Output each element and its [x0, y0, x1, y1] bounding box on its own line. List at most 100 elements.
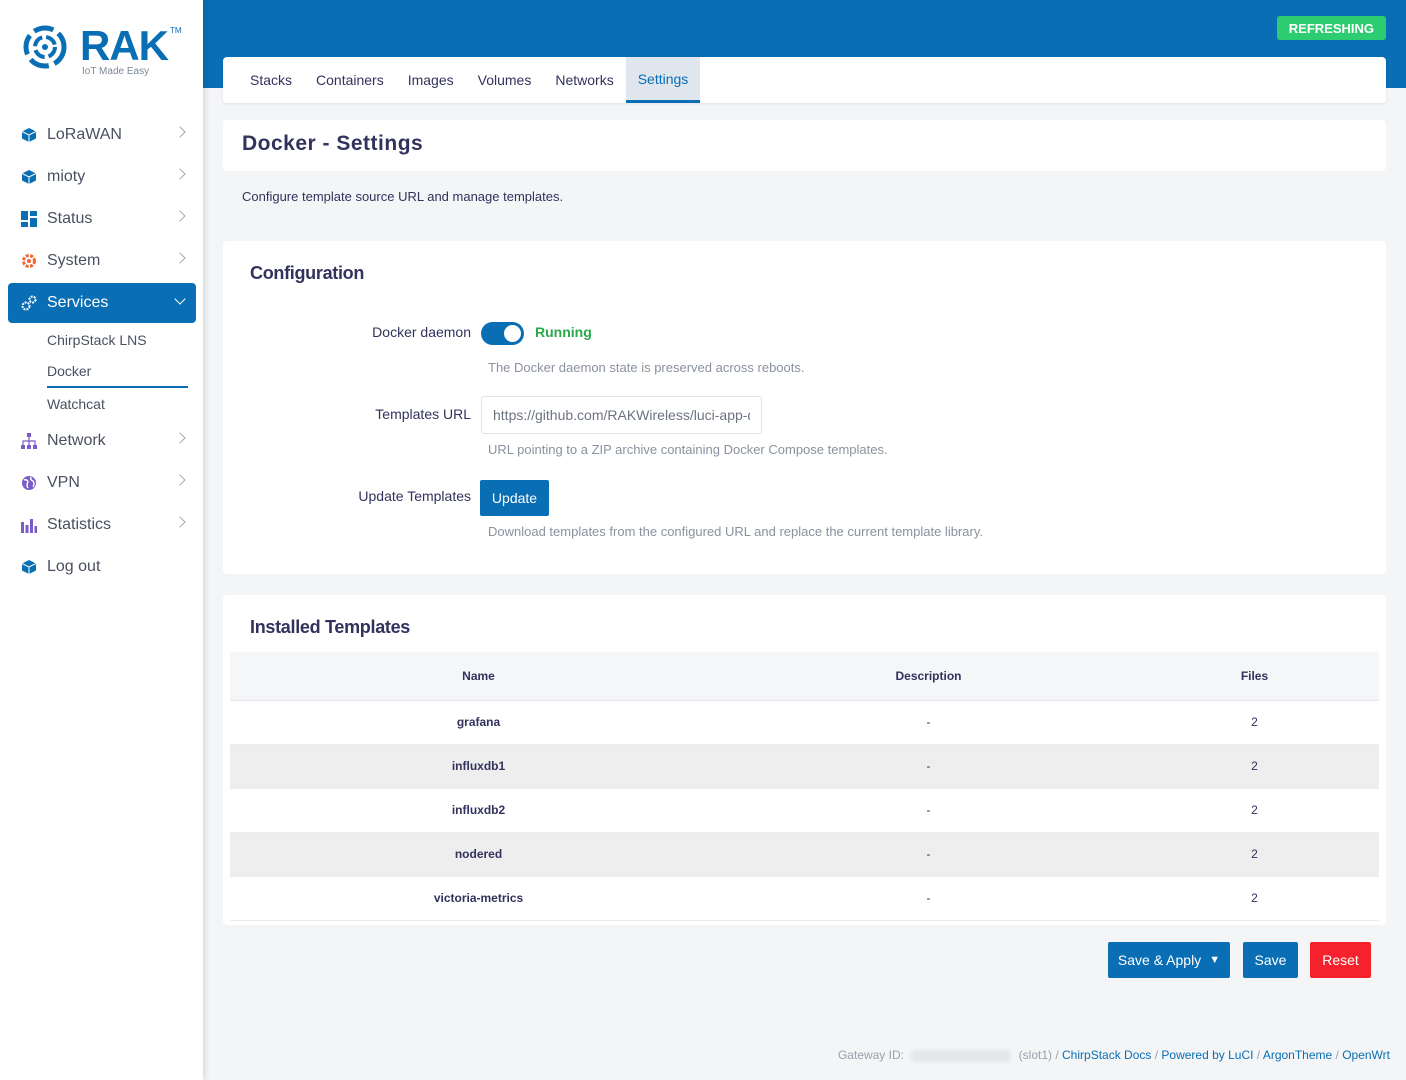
column-header-files: Files [1130, 652, 1379, 701]
brand-tagline: IoT Made Easy [82, 66, 150, 77]
luci-link[interactable]: Powered by LuCI [1161, 1048, 1253, 1062]
save-apply-label: Save & Apply [1117, 952, 1202, 968]
docker-daemon-toggle[interactable] [481, 322, 524, 345]
table-row: victoria-metrics - 2 [230, 876, 1379, 921]
subnav-item-docker[interactable]: Docker [47, 356, 188, 388]
sidebar-item-network[interactable]: Network [8, 420, 196, 462]
chirpstack-docs-link[interactable]: ChirpStack Docs [1062, 1048, 1151, 1062]
gear-icon [20, 253, 37, 270]
template-files: 2 [1130, 700, 1379, 745]
template-description: - [727, 876, 1130, 921]
refreshing-badge[interactable]: REFRESHING [1276, 16, 1386, 40]
cube-icon [20, 169, 37, 186]
sidebar-item-status[interactable]: Status [8, 198, 196, 240]
table-row: nodered - 2 [230, 832, 1379, 877]
daemon-status: Running [535, 324, 592, 340]
table-row: grafana - 2 [230, 700, 1379, 745]
daemon-hint: The Docker daemon state is preserved acr… [488, 360, 805, 375]
sidebar-item-label: Network [47, 432, 106, 449]
gateway-id-label: Gateway ID: [837, 1048, 904, 1062]
rak-logo-icon [23, 25, 67, 69]
page-title: Docker - Settings [242, 132, 424, 155]
sidebar-item-label: System [47, 252, 101, 269]
chevron-right-icon [174, 432, 186, 444]
bar-chart-icon [20, 517, 37, 534]
template-name: victoria-metrics [230, 876, 727, 921]
tab-images[interactable]: Images [396, 57, 466, 103]
tab-volumes[interactable]: Volumes [466, 57, 544, 103]
chevron-right-icon [174, 210, 186, 222]
gateway-id-redacted [911, 1049, 1012, 1062]
openwrt-link[interactable]: OpenWrt [1342, 1048, 1390, 1062]
template-description: - [727, 700, 1130, 745]
templates-url-input[interactable] [481, 396, 762, 434]
templates-table: Name Description Files grafana - 2 influ… [230, 652, 1379, 921]
chevron-right-icon [174, 252, 186, 264]
table-row: influxdb1 - 2 [230, 744, 1379, 789]
chevron-down-icon [174, 293, 186, 305]
sidebar: RAK TM IoT Made Easy LoRaWAN mioty Statu… [0, 0, 203, 1080]
network-icon [20, 433, 37, 450]
installed-templates-heading: Installed Templates [250, 617, 411, 637]
save-button[interactable]: Save [1243, 942, 1298, 978]
chevron-right-icon [174, 516, 186, 528]
template-description: - [727, 832, 1130, 877]
column-header-description: Description [727, 652, 1130, 701]
update-templates-label: Update Templates [358, 488, 471, 504]
sidebar-item-mioty[interactable]: mioty [8, 156, 196, 198]
chevron-right-icon [174, 126, 186, 138]
table-header-row: Name Description Files [230, 652, 1379, 701]
docker-daemon-label: Docker daemon [372, 324, 471, 340]
footer: Gateway ID: (slot1) / ChirpStack Docs / … [837, 1048, 1390, 1062]
gears-icon [20, 295, 37, 312]
cube-icon [20, 559, 37, 576]
sidebar-item-label: LoRaWAN [47, 126, 122, 143]
cube-icon [20, 127, 37, 144]
update-hint: Download templates from the configured U… [488, 524, 983, 539]
tab-stacks[interactable]: Stacks [238, 57, 304, 103]
dashboard-icon [20, 211, 37, 228]
template-files: 2 [1130, 876, 1379, 921]
table-row: influxdb2 - 2 [230, 788, 1379, 833]
sidebar-item-system[interactable]: System [8, 240, 196, 282]
template-name: influxdb2 [230, 788, 727, 833]
update-button[interactable]: Update [480, 480, 549, 516]
sidebar-item-label: Statistics [47, 516, 112, 533]
template-files: 2 [1130, 788, 1379, 833]
sidebar-item-label: Services [47, 294, 109, 311]
template-name: influxdb1 [230, 744, 727, 789]
tab-settings[interactable]: Settings [625, 57, 701, 103]
template-files: 2 [1130, 744, 1379, 789]
chevron-right-icon [174, 168, 186, 180]
page-description: Configure template source URL and manage… [242, 189, 564, 204]
tab-networks[interactable]: Networks [543, 57, 625, 103]
brand-logo[interactable]: RAK TM IoT Made Easy [22, 22, 192, 82]
sidebar-item-label: Log out [47, 558, 101, 575]
template-description: - [727, 744, 1130, 789]
sidebar-item-vpn[interactable]: VPN [8, 462, 196, 504]
argontheme-link[interactable]: ArgonTheme [1263, 1048, 1332, 1062]
sidebar-item-services[interactable]: Services [8, 283, 196, 323]
toggle-knob [504, 325, 521, 342]
reset-button[interactable]: Reset [1310, 942, 1371, 978]
sidebar-item-label: mioty [47, 168, 86, 185]
save-apply-button[interactable]: Save & Apply ▼ [1108, 942, 1230, 978]
sidebar-item-lorawan[interactable]: LoRaWAN [8, 114, 196, 156]
sidebar-nav: LoRaWAN mioty Status System Services Chi… [8, 114, 196, 588]
subnav-item-watchcat[interactable]: Watchcat [47, 388, 196, 420]
installed-templates-card: Installed Templates Name Description Fil… [223, 595, 1386, 925]
slot-label: (slot1) / [1018, 1048, 1059, 1062]
configuration-heading: Configuration [250, 263, 365, 283]
sidebar-item-logout[interactable]: Log out [8, 546, 196, 588]
sidebar-item-statistics[interactable]: Statistics [8, 504, 196, 546]
caret-down-icon: ▼ [1209, 954, 1221, 966]
globe-icon [20, 475, 37, 492]
chevron-right-icon [174, 474, 186, 486]
sidebar-item-label: Status [47, 210, 93, 227]
subnav-item-chirpstack[interactable]: ChirpStack LNS [47, 324, 196, 356]
services-subnav: ChirpStack LNS Docker Watchcat [8, 324, 196, 420]
tab-containers[interactable]: Containers [304, 57, 396, 103]
template-files: 2 [1130, 832, 1379, 877]
sidebar-item-label: VPN [47, 474, 80, 491]
column-header-name: Name [230, 652, 727, 701]
